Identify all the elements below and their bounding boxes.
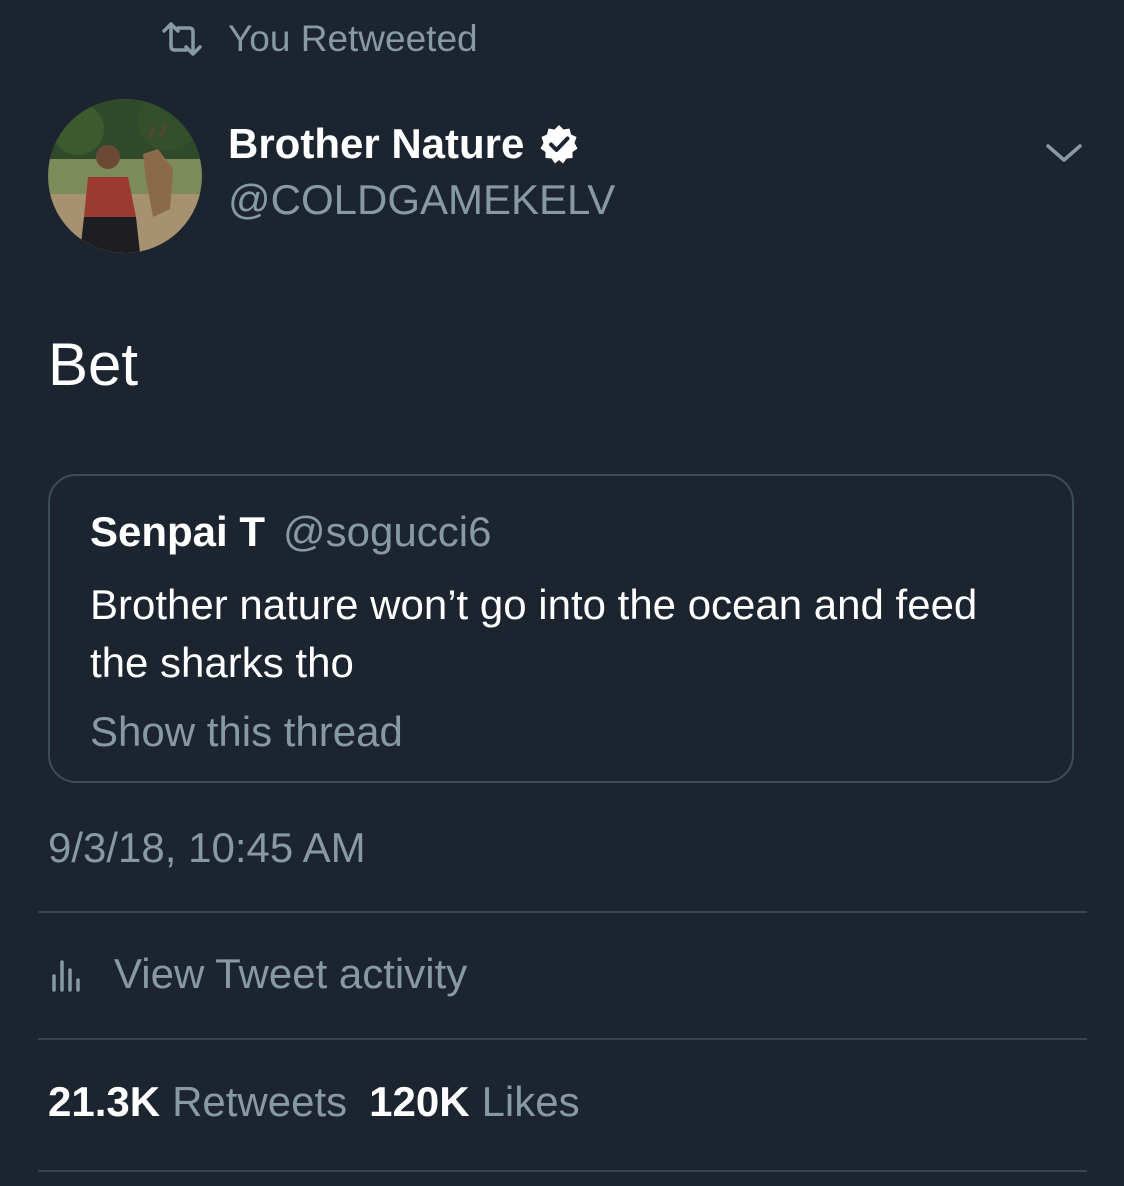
retweet-icon	[160, 22, 204, 56]
retweets-count[interactable]: 21.3K	[48, 1078, 160, 1126]
chevron-down-icon[interactable]	[1044, 138, 1084, 168]
author-name[interactable]: Brother Nature	[228, 120, 580, 168]
tweet-text: Bet	[48, 331, 139, 398]
likes-count[interactable]: 120K	[369, 1078, 469, 1126]
quoted-tweet-card[interactable]: Senpai T @sogucci6 Brother nature won’t …	[48, 474, 1074, 783]
show-thread-link[interactable]: Show this thread	[90, 708, 403, 756]
quoted-tweet-header: Senpai T @sogucci6	[90, 508, 491, 556]
bar-chart-icon	[48, 954, 84, 994]
tweet-stats: 21.3K Retweets 120K Likes	[48, 1078, 580, 1126]
author-name-text[interactable]: Brother Nature	[228, 120, 524, 168]
verified-badge-icon	[538, 123, 580, 165]
likes-label[interactable]: Likes	[482, 1078, 580, 1126]
divider	[38, 911, 1087, 913]
quoted-author-handle: @sogucci6	[283, 508, 492, 555]
quoted-tweet-text: Brother nature won’t go into the ocean a…	[90, 581, 978, 686]
view-tweet-activity-button[interactable]: View Tweet activity	[48, 946, 467, 1002]
retweets-label[interactable]: Retweets	[172, 1078, 347, 1126]
retweet-banner: You Retweeted	[160, 16, 478, 62]
view-tweet-activity-label[interactable]: View Tweet activity	[114, 950, 467, 998]
retweet-banner-label: You Retweeted	[228, 18, 478, 59]
avatar[interactable]	[48, 99, 202, 253]
divider	[38, 1170, 1087, 1172]
tweet-timestamp: 9/3/18, 10:45 AM	[48, 824, 366, 871]
quoted-author-name: Senpai T	[90, 508, 266, 555]
author-handle[interactable]: @COLDGAMEKELV	[228, 176, 615, 224]
divider	[38, 1038, 1087, 1040]
